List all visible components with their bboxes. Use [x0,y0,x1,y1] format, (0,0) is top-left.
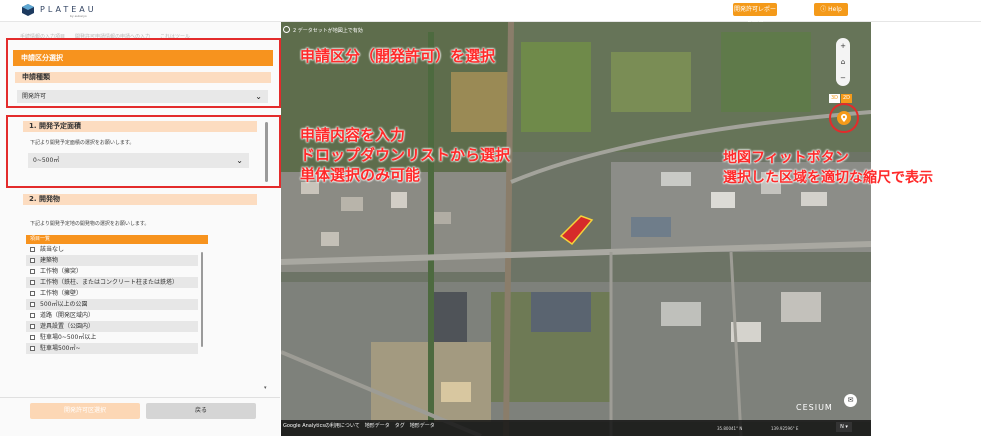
list-item[interactable]: 遊具設置（公園内） [26,321,198,332]
list-item-label: 工作物（擁突） [40,268,83,275]
mode-3d-button[interactable]: 3D [829,94,840,103]
annotation-application-type: 申請区分（開発許可）を選択 [300,47,496,65]
list-item-label: 該当なし [40,246,65,253]
list-item-label: 遊具設置（公園内） [40,323,95,330]
zoom-in-button[interactable]: + [836,38,850,54]
list-item[interactable]: 工作物（鉄柱、またはコンクリート柱または鉄塔） [26,277,198,288]
list-item[interactable]: 道路（開発区域内） [26,310,198,321]
mode-2d-button[interactable]: 2D [841,94,852,103]
next-button[interactable]: 開発許可区選択 [30,403,140,419]
checkbox[interactable] [30,247,35,252]
application-panel: 手続情報の入力項目 開発許可申請情報の申請への入力 これはツール 申請区分選択 … [0,22,281,436]
checkbox[interactable] [30,313,35,318]
list-item-label: 工作物（鉄柱、またはコンクリート柱または鉄塔） [40,279,179,286]
app-header: PLATEAU by eukaryo 開発許可レポート一覧 ⓘ Help [0,0,981,26]
list-item[interactable]: 建築物 [26,255,198,266]
checkbox[interactable] [30,324,35,329]
help-button-label: Help [828,6,842,13]
list-item[interactable]: 駐車場0~500㎡以上 [26,332,198,343]
cesium-logo: CESIUM [796,403,833,412]
back-button[interactable]: 戻る [146,403,256,419]
development-item-list: 該当なし 建築物 工作物（擁突） 工作物（鉄柱、またはコンクリート柱または鉄塔）… [26,244,198,354]
list-item[interactable]: 500㎡以上の公園 [26,299,198,310]
annotation-circle-fit-button [829,103,859,133]
map-credits-links[interactable]: Google Analyticsの利用について 地形データ タグ 地形データ [283,422,435,429]
home-button[interactable]: ⌂ [836,54,850,70]
zoom-control: + ⌂ − [836,38,850,86]
aerial-map-image [281,22,871,436]
list-item[interactable]: 該当なし [26,244,198,255]
question-2-description: 下記より開発予定地の開発物の選択をお願いします。 [30,221,150,227]
app-logo-subtext: by eukaryo [70,14,87,18]
checkbox[interactable] [30,258,35,263]
annotation-input-content: 申請内容を入力 ドロップダウンリストから選択 単体選択のみ可能 [300,125,510,185]
annotation-map-fit: 地図フィットボタン 選択した区域を適切な縮尺で表示 [723,148,933,188]
annotation-line: 申請内容を入力 [300,126,406,144]
plateau-logo-icon [22,4,34,16]
app-logo-text: PLATEAU [40,5,97,14]
annotation-line: 地図フィットボタン [723,150,849,166]
checkbox[interactable] [30,335,35,340]
list-item[interactable]: 工作物（擁壁） [26,288,198,299]
list-item-label: 500㎡以上の公園 [40,301,88,308]
map-view[interactable]: 2 データセットが地図上で有効 + ⌂ − 3D 2D ✉ CESIUM Goo… [281,22,871,436]
checkbox[interactable] [30,346,35,351]
checkbox[interactable] [30,269,35,274]
item-list-header: 項目一覧 [26,235,208,244]
checkbox[interactable] [30,280,35,285]
annotation-line: ドロップダウンリストから選択 [300,146,511,164]
compass-button[interactable]: N ▾ [836,422,852,432]
annotation-box-application-type [6,38,281,108]
latitude-readout: 35.80041° N [717,426,743,431]
list-item[interactable]: 工作物（擁突） [26,266,198,277]
list-item-label: 駐車場500㎡~ [40,345,81,352]
report-list-button[interactable]: 開発許可レポート一覧 [733,3,777,26]
annotation-line: 単体選択のみ可能 [300,166,421,184]
help-icon: ⓘ [820,6,829,13]
help-button[interactable]: ⓘ Help [814,3,848,16]
list-scrollbar[interactable] [201,252,203,347]
dataset-notice: 2 データセットが地図上で有効 [293,28,363,34]
chat-button[interactable]: ✉ [844,394,857,407]
longitude-readout: 139.92596° E [771,426,799,431]
checkbox[interactable] [30,302,35,307]
list-item-label: 駐車場0~500㎡以上 [40,334,97,341]
list-item-label: 建築物 [40,257,59,264]
zoom-out-button[interactable]: − [836,70,850,86]
checkbox[interactable] [30,291,35,296]
dataset-icon [283,26,290,33]
list-item[interactable]: 駐車場500㎡~ [26,343,198,354]
annotation-line: 選択した区域を適切な縮尺で表示 [723,170,933,186]
list-item-label: 道路（開発区域内） [40,312,95,319]
annotation-box-area-select [6,115,281,188]
list-item-label: 工作物（擁壁） [40,290,83,297]
question-2-title: 2. 開発物 [23,194,257,205]
scroll-down-arrow-icon[interactable]: ▾ [264,385,267,391]
